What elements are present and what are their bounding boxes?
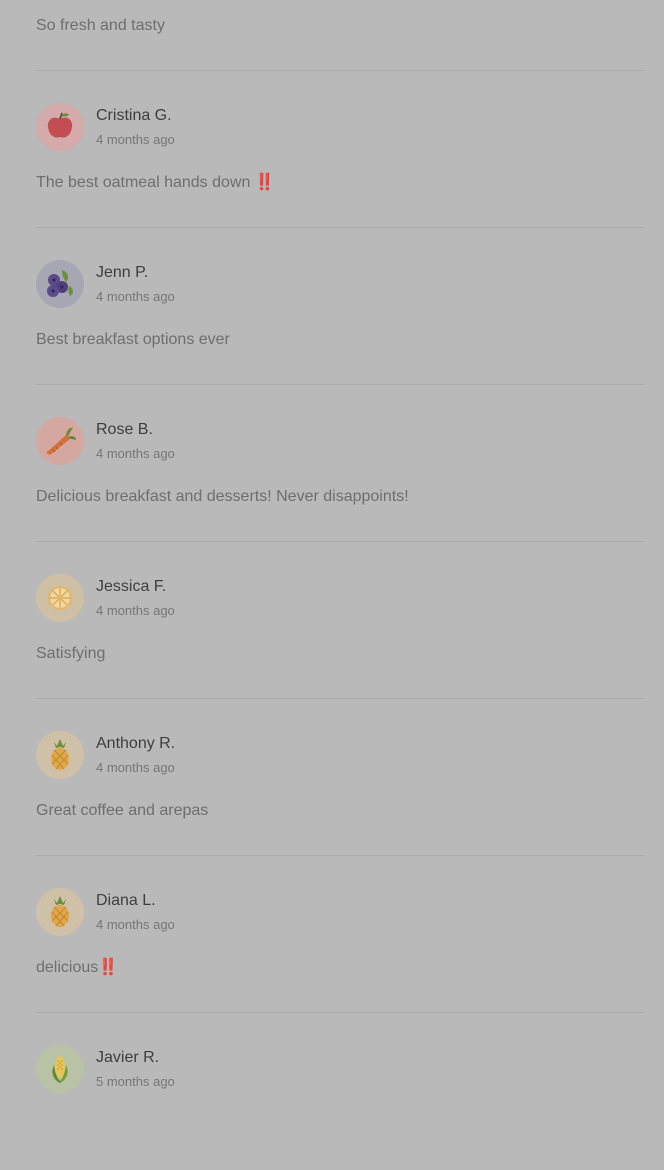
pineapple-icon xyxy=(36,731,84,779)
review-time: 4 months ago xyxy=(96,446,175,461)
reviewer-avatar xyxy=(36,574,84,622)
reviewer-avatar xyxy=(36,888,84,936)
reviewer-avatar xyxy=(36,417,84,465)
review-text: Best breakfast options ever xyxy=(36,331,230,348)
reviewer-avatar xyxy=(36,731,84,779)
reviewer-name: Diana L. xyxy=(96,892,156,909)
review-item: Rose B. 4 months ago Delicious breakfast… xyxy=(36,385,644,542)
apple-icon xyxy=(36,103,84,151)
review-item: Jenn P. 4 months ago Best breakfast opti… xyxy=(36,228,644,385)
review-item: Javier R. 5 months ago xyxy=(36,1013,644,1170)
reviewer-avatar xyxy=(36,103,84,151)
review-item: Jessica F. 4 months ago Satisfying xyxy=(36,542,644,699)
review-time: 4 months ago xyxy=(96,289,175,304)
reviewer-name: Jessica F. xyxy=(96,578,167,595)
reviewer-avatar xyxy=(36,1045,84,1093)
reviewer-name: Javier R. xyxy=(96,1049,160,1066)
review-time: 5 months ago xyxy=(96,1074,175,1089)
orange-slice-icon xyxy=(36,574,84,622)
review-item: Diana L. 4 months ago delicious‼️ xyxy=(36,856,644,1013)
review-item: Cristina G. 4 months ago The best oatmea… xyxy=(36,71,644,228)
review-text: Delicious breakfast and desserts! Never … xyxy=(36,488,409,505)
review-text: Great coffee and arepas xyxy=(36,802,209,819)
review-time: 4 months ago xyxy=(96,917,175,932)
review-text: The best oatmeal hands down ‼️ xyxy=(36,174,275,191)
reviewer-name: Jenn P. xyxy=(96,264,149,281)
carrot-icon xyxy=(36,417,84,465)
review-time: 4 months ago xyxy=(96,603,175,618)
blueberry-icon xyxy=(36,260,84,308)
review-text: So fresh and tasty xyxy=(36,17,165,34)
review-time: 4 months ago xyxy=(96,132,175,147)
review-text: delicious‼️ xyxy=(36,959,119,976)
reviewer-name: Cristina G. xyxy=(96,107,172,124)
review-item: Anthony R. 4 months ago Great coffee and… xyxy=(36,699,644,856)
review-text: Satisfying xyxy=(36,645,106,662)
reviewer-name: Anthony R. xyxy=(96,735,176,752)
review-time: 4 months ago xyxy=(96,760,175,775)
pineapple-icon xyxy=(36,888,84,936)
reviewer-avatar xyxy=(36,260,84,308)
reviewer-name: Rose B. xyxy=(96,421,153,438)
corn-icon xyxy=(36,1045,84,1093)
